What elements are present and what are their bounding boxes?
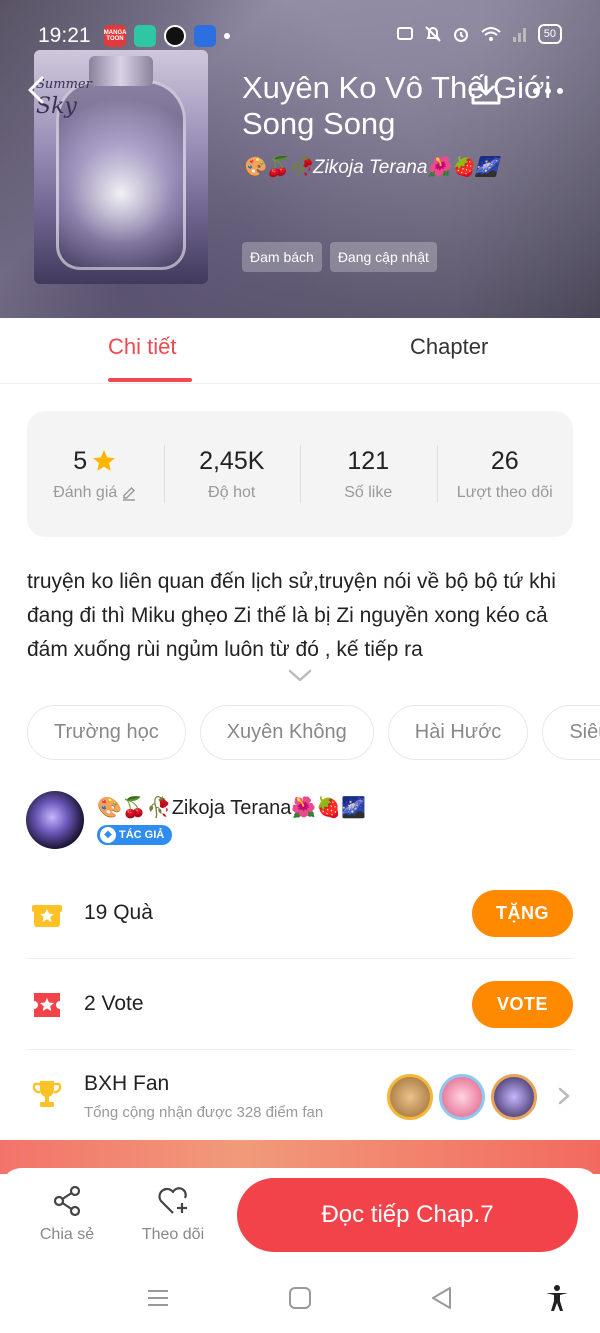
stat-rating-value: 5 [73,446,88,475]
tag-item[interactable]: Trường học [27,705,186,760]
signal-icon [512,28,526,42]
vote-row: 2 Vote VOTE [27,959,573,1050]
back-arrow-icon[interactable] [20,72,56,108]
tag-item[interactable]: Siêu n [542,705,600,760]
wifi-icon [481,27,501,41]
back-triangle-icon[interactable] [428,1284,456,1312]
gift-count: 19 Quà [84,901,153,924]
alarm-icon [453,28,468,42]
book-author[interactable]: 🎨🍒🥀Zikoja Terana🌺🍓🌌 [242,155,498,179]
fan-avatar [491,1074,537,1120]
stat-follows: 26 Lượt theo dõi [436,411,574,537]
heart-plus-icon [158,1187,187,1214]
author-badge-icon: ◆ [100,827,116,843]
more-options-icon[interactable] [533,78,573,104]
more-dot [557,88,563,94]
vote-button[interactable]: VOTE [472,981,573,1028]
chevron-right-icon [558,1087,570,1105]
author-name[interactable]: 🎨🍒🥀Zikoja Terana🌺🍓🌌 [97,795,366,820]
mute-bell-icon [425,26,441,42]
book-title: Xuyên Ko Vô Thế Giới Song Song [242,70,552,141]
accessibility-icon[interactable] [543,1284,571,1312]
status-chip: Đang cập nhật [329,242,437,272]
stats-card: 5 Đánh giá 2,45K Độ hot 121 Số like 26 L… [27,411,573,537]
fan-avatar [387,1074,433,1120]
hotspot-app-icon [194,25,216,47]
mangatoon-app-icon: MANGA TOON [104,25,126,47]
battery-indicator: 50 [537,24,562,44]
share-label: Chia sẻ [39,1226,95,1243]
shutter-app-icon [164,25,186,47]
vote-ticket-icon [34,993,60,1017]
status-app-icons: MANGA TOON [104,25,230,47]
stat-hot-value: 2,45K [199,446,265,475]
status-bar: 19:21 MANGA TOON 50 [0,22,600,52]
home-icon[interactable] [286,1284,314,1312]
follow-label: Theo dõi [141,1226,205,1243]
continue-reading-button[interactable]: Đọc tiếp Chap.7 [237,1178,578,1252]
edit-pencil-icon[interactable] [121,485,137,501]
bottom-action-bar: Chia sẻ Theo dõi Đọc tiếp Chap.7 [0,1168,600,1264]
fan-ranking-row[interactable]: BXH Fan Tổng cộng nhận được 328 điểm fan [27,1050,573,1141]
stat-rating-value-row: 5 [73,447,117,476]
book-description: truyện ko liên quan đến lịch sử,truyện n… [27,570,556,661]
trophy-icon [32,1081,62,1107]
book-cover-image: Summer Sky [34,50,208,284]
tag-item[interactable]: Hài Hước [387,705,529,760]
genre-chips: Đam bách Đang cập nhật [242,242,437,272]
follow-button[interactable]: Theo dõi [128,1184,218,1244]
stat-likes-value: 121 [347,446,390,475]
stat-hot-label: Độ hot [208,483,256,501]
author-avatar[interactable] [26,791,84,849]
fan-avatars [387,1074,537,1120]
tab-chapter[interactable]: Chapter [410,334,488,360]
status-indicators: 50 [396,24,562,44]
active-tab-indicator [108,378,192,382]
tag-list: Trường học Xuyên Không Hài Hước Siêu n [27,705,600,761]
fan-avatar [439,1074,485,1120]
download-icon[interactable] [468,72,504,108]
genre-chip[interactable]: Đam bách [242,242,322,272]
stat-follows-label: Lượt theo dõi [456,483,553,501]
share-button[interactable]: Chia sẻ [22,1184,112,1244]
author-badge-label: TÁC GIẢ [119,829,165,841]
vote-count: 2 Vote [84,992,144,1015]
stat-rating[interactable]: 5 Đánh giá [27,411,164,537]
detail-tabs: Chi tiết Chapter [0,318,600,384]
camera-app-icon [134,25,156,47]
star-icon [93,450,116,471]
stat-rating-label-row: Đánh giá [53,484,137,502]
fan-ranking-subtitle: Tổng cộng nhận được 328 điểm fan [84,1104,324,1121]
share-icon [53,1185,81,1217]
notification-dot-icon [224,33,230,39]
more-dot [545,88,551,94]
chevron-down-icon[interactable] [286,667,314,685]
fan-ranking-title: BXH Fan [84,1072,170,1095]
system-navigation-bar [0,1264,600,1333]
stat-follows-value: 26 [490,446,519,475]
cast-icon [396,27,413,40]
stat-likes-label: Số like [344,483,393,501]
tab-detail[interactable]: Chi tiết [108,334,176,360]
gift-icon [32,905,62,927]
stat-likes: 121 Số like [300,411,437,537]
gift-row: 19 Quà TẶNG [27,868,573,959]
gift-button[interactable]: TẶNG [472,890,573,937]
more-dot [533,88,539,94]
status-time: 19:21 [38,24,91,47]
book-header: 19:21 MANGA TOON 50 Summer Sky Xuyên Ko … [0,0,600,318]
stat-hot: 2,45K Độ hot [163,411,301,537]
stat-rating-label: Đánh giá [53,483,118,501]
author-badge: ◆ TÁC GIẢ [97,825,173,845]
recent-apps-icon[interactable] [144,1284,172,1312]
tag-item[interactable]: Xuyên Không [199,705,374,760]
cover-jar-cap [89,56,153,86]
